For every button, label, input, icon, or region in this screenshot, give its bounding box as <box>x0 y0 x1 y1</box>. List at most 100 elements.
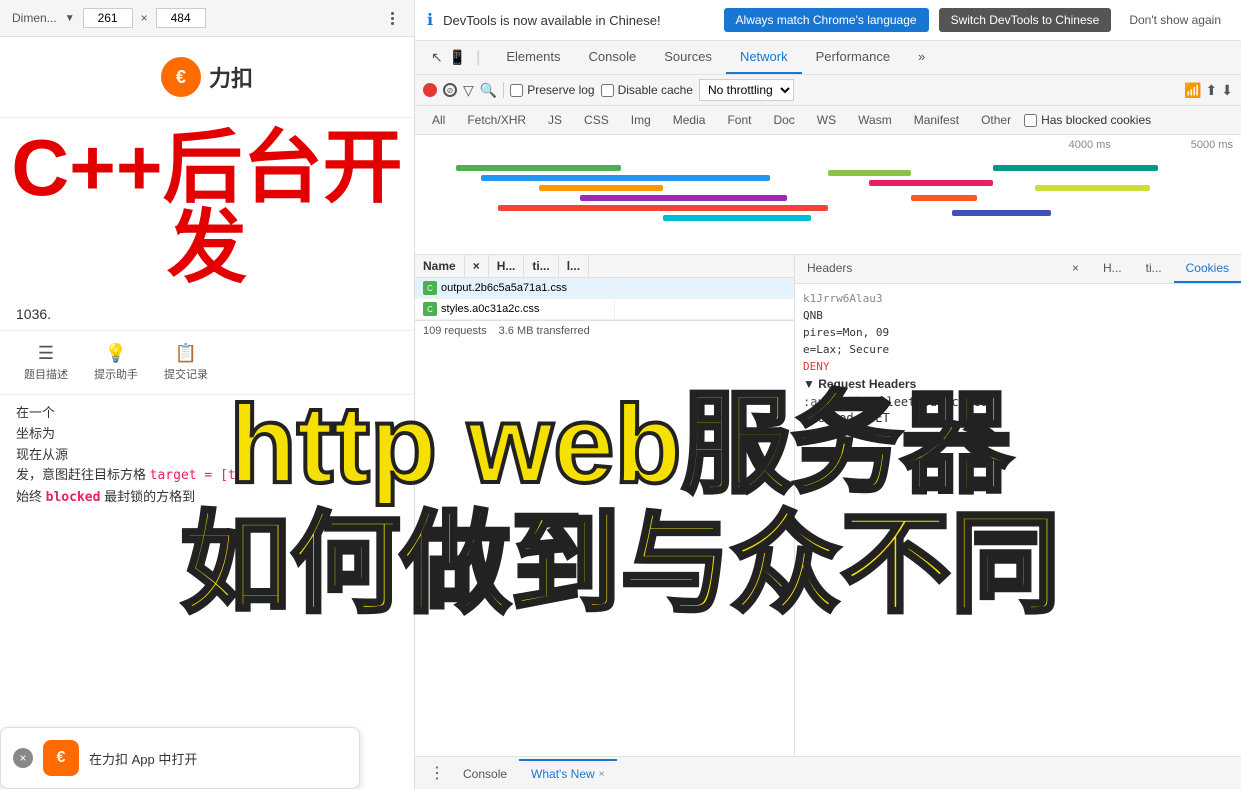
tab-performance[interactable]: Performance <box>802 41 904 74</box>
filter-media[interactable]: Media <box>664 110 715 130</box>
bottom-tab-whatsnew[interactable]: What's New × <box>519 759 616 787</box>
wf-bar-2 <box>481 175 770 181</box>
logo-area: € 力扣 <box>0 37 414 118</box>
wf-bar-11 <box>993 165 1158 171</box>
header-close[interactable]: × <box>465 255 489 277</box>
cookie-line-5: DENY <box>803 360 1233 373</box>
rd-close-button[interactable]: × <box>1060 255 1091 283</box>
disable-cache-checkbox[interactable]: Disable cache <box>601 83 693 97</box>
height-input[interactable] <box>156 8 206 28</box>
notif-text: 在力扣 App 中打开 <box>89 749 197 768</box>
content-p2: 坐标为 <box>16 424 398 445</box>
bottom-tab-console-label: Console <box>463 767 507 781</box>
tab-more[interactable]: » <box>904 41 939 74</box>
wf-bar-7 <box>828 170 911 176</box>
tab-problem-desc[interactable]: ☰ 题目描述 <box>16 339 76 386</box>
filter-wasm[interactable]: Wasm <box>849 110 901 130</box>
disable-cache-input[interactable] <box>601 84 614 97</box>
has-blocked-checkbox[interactable]: Has blocked cookies <box>1024 110 1151 130</box>
tab-console[interactable]: Console <box>575 41 651 74</box>
search-icon[interactable]: 🔍 <box>480 82 497 99</box>
tab-elements[interactable]: Elements <box>492 41 574 74</box>
dim-separator: × <box>141 11 148 25</box>
sub-info-text: 1036. <box>16 306 51 322</box>
rd-tab-headers[interactable]: Headers <box>795 255 864 283</box>
filter-js[interactable]: JS <box>539 110 571 130</box>
rd-tab-ti[interactable]: ti... <box>1134 255 1174 283</box>
throttle-select[interactable]: No throttling <box>699 79 794 101</box>
sub-info: 1036. <box>0 298 414 330</box>
rd-tab-h[interactable]: H... <box>1091 255 1134 283</box>
filter-icon[interactable]: ▽ <box>463 82 474 99</box>
has-blocked-input[interactable] <box>1024 114 1037 127</box>
wf-bar-9 <box>911 195 977 201</box>
file-icon-2: C <box>423 302 437 316</box>
waterfall-label-5000: 5000 ms <box>1191 139 1233 151</box>
match-language-button[interactable]: Always match Chrome's language <box>724 8 929 32</box>
bottom-tab-whatsnew-label: What's New <box>531 767 595 781</box>
bottom-settings-icon[interactable]: ⋮ <box>423 757 451 789</box>
bottom-tab-console[interactable]: Console <box>451 759 519 787</box>
notif-logo: € <box>43 740 79 776</box>
waterfall-labels: 4000 ms 5000 ms <box>415 135 1241 155</box>
left-panel: Dimen... ▼ × € 力扣 C++后台开发 1036. ☰ 题目描述 💡… <box>0 0 415 789</box>
cookie-line-3: pires=Mon, 09 <box>803 326 1233 339</box>
nr-filename-2: styles.a0c31a2c.css <box>441 303 539 315</box>
switch-chinese-button[interactable]: Switch DevTools to Chinese <box>939 8 1112 32</box>
filter-font[interactable]: Font <box>718 110 760 130</box>
network-row-2[interactable]: C styles.a0c31a2c.css <box>415 299 794 320</box>
filter-all[interactable]: All <box>423 110 454 130</box>
wf-bar-12 <box>1035 185 1151 191</box>
tab-hints[interactable]: 💡 提示助手 <box>86 339 146 386</box>
nr-name-1: C output.2b6c5a5a71a1.css <box>415 278 615 298</box>
cookie-val-snippet2: QNB <box>803 309 823 322</box>
wf-bar-5 <box>498 205 828 211</box>
more-button[interactable] <box>382 8 402 28</box>
tabs-row: ☰ 题目描述 💡 提示助手 📋 提交记录 <box>0 330 414 395</box>
device-icon[interactable]: 📱 <box>449 49 466 66</box>
filter-fetch[interactable]: Fetch/XHR <box>458 110 535 130</box>
wf-bar-4 <box>580 195 787 201</box>
dim-dropdown-icon[interactable]: ▼ <box>65 13 75 24</box>
top-bar: Dimen... ▼ × <box>0 0 414 37</box>
network-toolbar: ⊘ ▽ 🔍 Preserve log Disable cache No thro… <box>415 75 1241 106</box>
whatsnew-close-icon[interactable]: × <box>599 769 605 780</box>
cookie-line-2: QNB <box>803 309 1233 322</box>
rd-tabs: Headers × H... ti... Cookies <box>795 255 1241 284</box>
filter-doc[interactable]: Doc <box>764 110 803 130</box>
filter-other[interactable]: Other <box>972 110 1020 130</box>
has-blocked-label: Has blocked cookies <box>1041 113 1151 127</box>
cookie-line-1: k1Jrrw6Alau3 <box>803 292 1233 305</box>
download-icon[interactable]: ⬇ <box>1221 82 1233 99</box>
cookie-line-4: e=Lax; Secure <box>803 343 1233 356</box>
rd-tab-cookies[interactable]: Cookies <box>1174 255 1241 283</box>
preserve-log-checkbox[interactable]: Preserve log <box>510 83 594 97</box>
width-input[interactable] <box>83 8 133 28</box>
dont-show-again-button[interactable]: Don't show again <box>1121 8 1229 32</box>
notif-close-button[interactable]: × <box>13 748 33 768</box>
header-authority-val: leetcode-cn.com <box>886 395 994 409</box>
header-col4: l... <box>559 255 589 277</box>
logo-icon: € <box>161 57 201 97</box>
wifi-icon[interactable]: 📶 <box>1184 82 1201 99</box>
stop-button[interactable]: ⊘ <box>443 83 457 97</box>
cookie-val-snippet3: pires=Mon, 09 <box>803 326 889 339</box>
tab-network[interactable]: Network <box>726 41 802 74</box>
tab-sources[interactable]: Sources <box>650 41 726 74</box>
dim-label: Dimen... <box>12 11 57 25</box>
filter-ws[interactable]: WS <box>808 110 845 130</box>
filter-css[interactable]: CSS <box>575 110 618 130</box>
blocked-word: blocked <box>46 490 101 505</box>
network-row-1[interactable]: C output.2b6c5a5a71a1.css <box>415 278 794 299</box>
preserve-log-input[interactable] <box>510 84 523 97</box>
stats-requests: 109 requests <box>423 325 487 337</box>
bottom-bar: ⋮ Console What's New × <box>415 756 1241 789</box>
upload-icon[interactable]: ⬆ <box>1206 82 1218 99</box>
record-button[interactable] <box>423 83 437 97</box>
tab-submissions[interactable]: 📋 提交记录 <box>156 339 216 386</box>
filter-img[interactable]: Img <box>622 110 660 130</box>
toolbar-divider-1 <box>503 82 504 98</box>
cursor-icon[interactable]: ↖ <box>431 49 443 66</box>
filter-manifest[interactable]: Manifest <box>905 110 968 130</box>
waterfall-label-4000: 4000 ms <box>1069 139 1111 151</box>
